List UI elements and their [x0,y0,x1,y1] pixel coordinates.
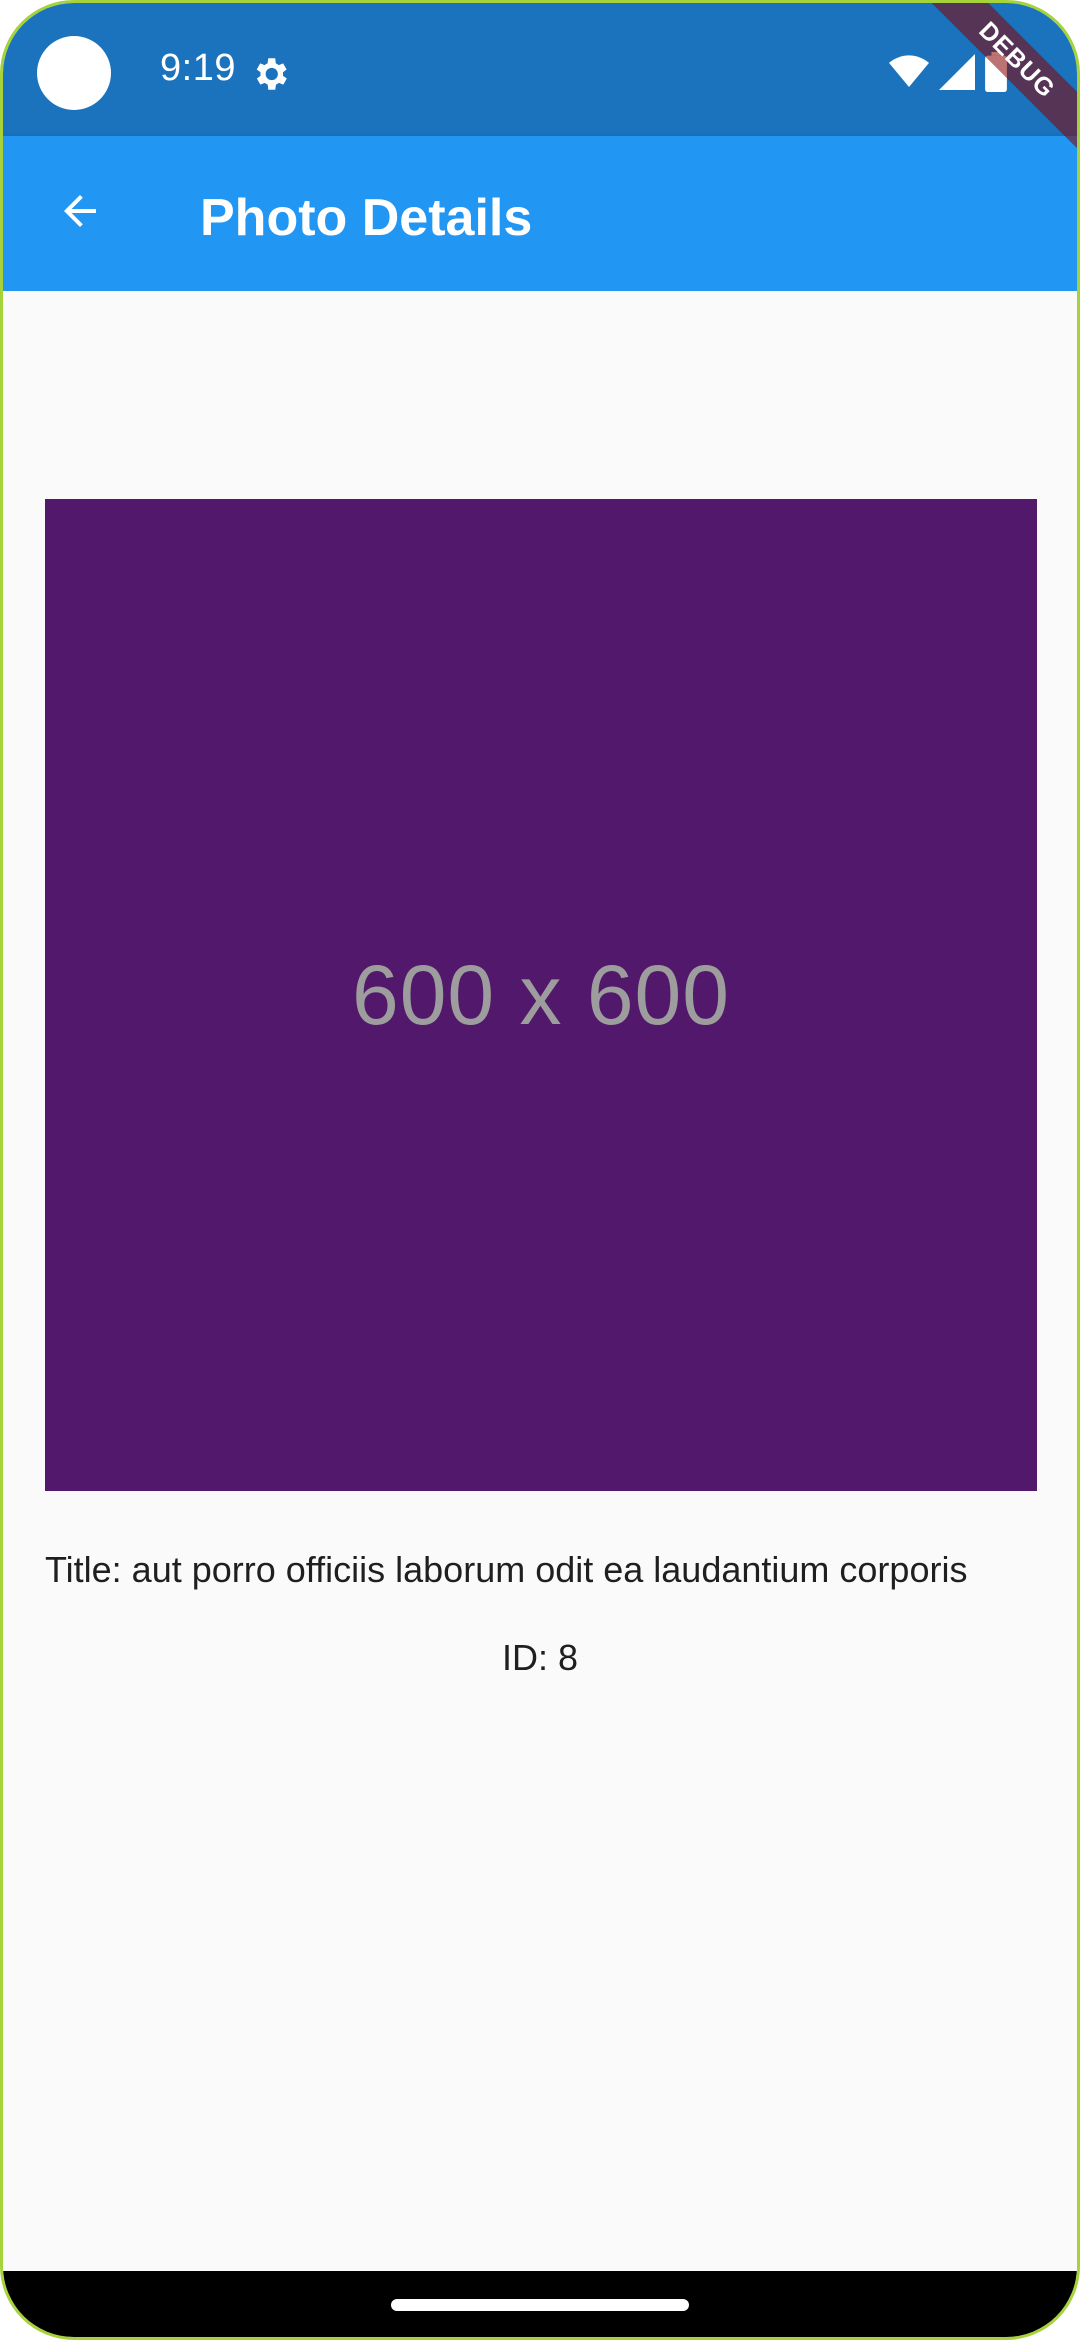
gear-icon [249,53,291,95]
back-button[interactable] [33,166,127,260]
app-bar: Photo Details [3,136,1077,291]
wifi-icon [889,54,929,94]
photo-placeholder-label: 600 x 600 [352,947,730,1042]
photo-detail-content: 600 x 600 Title: aut porro officiis labo… [3,291,1077,2277]
arrow-back-icon [56,187,104,240]
home-indicator[interactable] [391,2299,689,2311]
signal-icon [939,53,975,95]
camera-cutout [37,36,111,110]
status-bar: 9:19 [3,3,1077,136]
photo-title: Title: aut porro officiis laborum odit e… [45,1549,968,1590]
photo-image: 600 x 600 [45,499,1037,1491]
battery-icon [985,51,1007,97]
device-frame: 9:19 Photo Details 600 x 600 Title: aut … [0,0,1080,2340]
photo-id: ID: 8 [501,1637,579,1678]
status-time: 9:19 [160,47,236,89]
page-title: Photo Details [200,189,533,247]
system-nav-bar [3,2271,1077,2337]
status-icons [889,51,1007,97]
